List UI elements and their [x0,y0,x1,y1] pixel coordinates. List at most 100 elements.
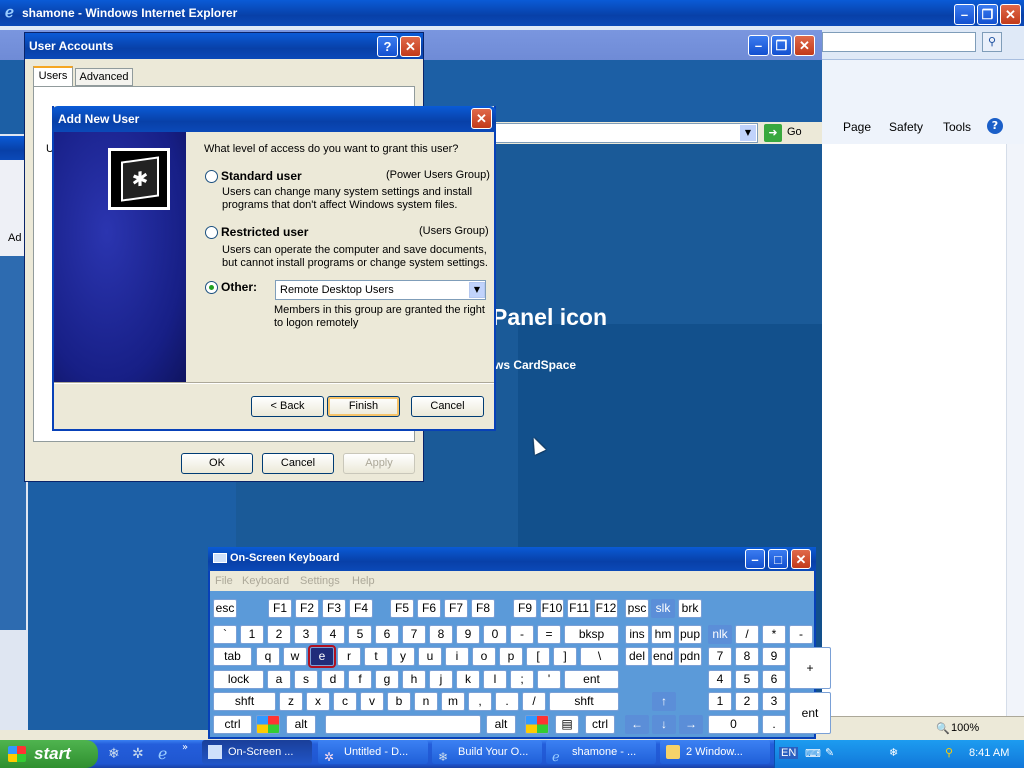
ie-search-button[interactable]: ⚲ [982,32,1002,52]
ua-tab-users[interactable]: Users [33,66,73,86]
osk-key-F1[interactable]: F1 [268,599,292,618]
osk-key-o[interactable]: o [472,647,496,666]
osk-key-F6[interactable]: F6 [417,599,441,618]
osk-menu-key[interactable]: ▤ [555,715,579,734]
taskbar-item-build[interactable]: ❄ Build Your O... [432,740,542,764]
cp-maximize-button[interactable]: ❐ [771,35,792,56]
anu-close-button[interactable]: ✕ [471,108,492,129]
ie-search-box[interactable] [822,32,976,52]
osk-windows-left-key[interactable] [256,715,280,734]
other-group-select[interactable]: Remote Desktop Users ▼ [275,280,486,300]
osk-key-F12[interactable]: F12 [594,599,618,618]
osk-spacebar[interactable] [325,715,481,734]
osk-key-4[interactable]: 4 [708,670,732,689]
osk-key-tab[interactable]: tab [213,647,252,666]
ua-cancel-button[interactable]: Cancel [262,453,334,474]
osk-key-x96[interactable]: ` [213,625,237,644]
tray-search-icon[interactable]: ⚲ [945,746,953,759]
osk-key-ent[interactable]: ent [564,670,619,689]
ie-close-button[interactable]: ✕ [1000,4,1021,25]
osk-key-3[interactable]: 3 [762,692,786,711]
taskbar-item-windows[interactable]: 2 Window... [660,740,770,764]
osk-key-F2[interactable]: F2 [295,599,319,618]
osk-key-shft[interactable]: shft [549,692,619,711]
osk-key-l[interactable]: l [483,670,507,689]
osk-key-2[interactable]: 2 [267,625,291,644]
ua-ok-button[interactable]: OK [181,453,253,474]
osk-key-pdn[interactable]: pdn [678,647,702,666]
osk-key-x46[interactable]: . [495,692,519,711]
osk-key-e[interactable]: e [308,645,336,668]
osk-key-9[interactable]: 9 [456,625,480,644]
osk-key-a[interactable]: a [267,670,291,689]
ua-apply-button[interactable]: Apply [343,453,415,474]
osk-key-ctrl[interactable]: ctrl [213,715,252,734]
quicklaunch-app-icon[interactable]: ✲ [132,746,144,762]
osk-key-f[interactable]: f [348,670,372,689]
osk-close-button[interactable]: ✕ [791,549,811,569]
osk-key-x93[interactable]: ] [553,647,577,666]
tray-network-icon[interactable]: ❄ [889,746,898,759]
osk-key-q[interactable]: q [256,647,280,666]
other-label[interactable]: Other: [221,280,257,294]
osk-key-x47[interactable]: / [522,692,546,711]
ua-tab-advanced[interactable]: Advanced [75,68,133,86]
osk-key-i[interactable]: i [445,647,469,666]
osk-arrow-down-key[interactable]: ↓ [652,715,676,734]
osk-key-F9[interactable]: F9 [513,599,537,618]
osk-key-brk[interactable]: brk [678,599,702,618]
osk-key-1[interactable]: 1 [240,625,264,644]
osk-key-F3[interactable]: F3 [322,599,346,618]
osk-minimize-button[interactable]: – [745,549,765,569]
quicklaunch-ie-icon[interactable]: ℯ [158,744,167,763]
osk-key-k[interactable]: k [456,670,480,689]
chevron-down-icon[interactable]: ▼ [469,282,485,298]
osk-key-5[interactable]: 5 [348,625,372,644]
osk-key-0[interactable]: 0 [483,625,507,644]
osk-key-8[interactable]: 8 [735,647,759,666]
osk-key-s[interactable]: s [294,670,318,689]
osk-key-backslash[interactable]: \ [580,647,619,666]
osk-key-6[interactable]: 6 [762,670,786,689]
osk-key-5[interactable]: 5 [735,670,759,689]
osk-key-x39[interactable]: ' [537,670,561,689]
osk-key-h[interactable]: h [402,670,426,689]
ie-scrollbar[interactable] [1006,144,1024,716]
language-indicator[interactable]: EN [779,747,799,759]
osk-key-x[interactable]: x [306,692,330,711]
radio-restricted[interactable] [205,226,218,239]
standard-label[interactable]: Standard user [221,169,302,183]
help-icon[interactable]: ? [987,118,1003,134]
osk-key-p[interactable]: p [499,647,523,666]
osk-menu-help[interactable]: Help [352,575,375,587]
quicklaunch-more-icon[interactable]: » [182,742,188,753]
osk-key-nlk[interactable]: nlk [708,625,732,644]
osk-key-c[interactable]: c [333,692,357,711]
radio-standard[interactable] [205,170,218,183]
osk-key-pup[interactable]: pup [678,625,702,644]
osk-key-j[interactable]: j [429,670,453,689]
osk-key-F4[interactable]: F4 [349,599,373,618]
osk-menu-keyboard[interactable]: Keyboard [242,575,289,587]
finish-button[interactable]: Finish [327,396,400,417]
toolbar-tools[interactable]: Tools [943,120,971,134]
ie-minimize-button[interactable]: – [954,4,975,25]
osk-key-psc[interactable]: psc [625,599,649,618]
osk-key-alt[interactable]: alt [486,715,516,734]
osk-key-x61[interactable]: = [537,625,561,644]
osk-key-u[interactable]: u [418,647,442,666]
osk-key-g[interactable]: g [375,670,399,689]
osk-key-m[interactable]: m [441,692,465,711]
cp-close-button[interactable]: ✕ [794,35,815,56]
osk-key-8[interactable]: 8 [429,625,453,644]
go-arrow-icon[interactable]: ➜ [764,124,782,142]
osk-key-F8[interactable]: F8 [471,599,495,618]
back-button[interactable]: < Back [251,396,324,417]
osk-key-7[interactable]: 7 [402,625,426,644]
osk-key-9[interactable]: 9 [762,647,786,666]
osk-key-F5[interactable]: F5 [390,599,414,618]
osk-key-x91[interactable]: [ [526,647,550,666]
ua-close-button[interactable]: ✕ [400,36,421,57]
osk-key-ctrl[interactable]: ctrl [585,715,615,734]
cp-link-cardspace[interactable]: ws CardSpace [494,358,576,372]
